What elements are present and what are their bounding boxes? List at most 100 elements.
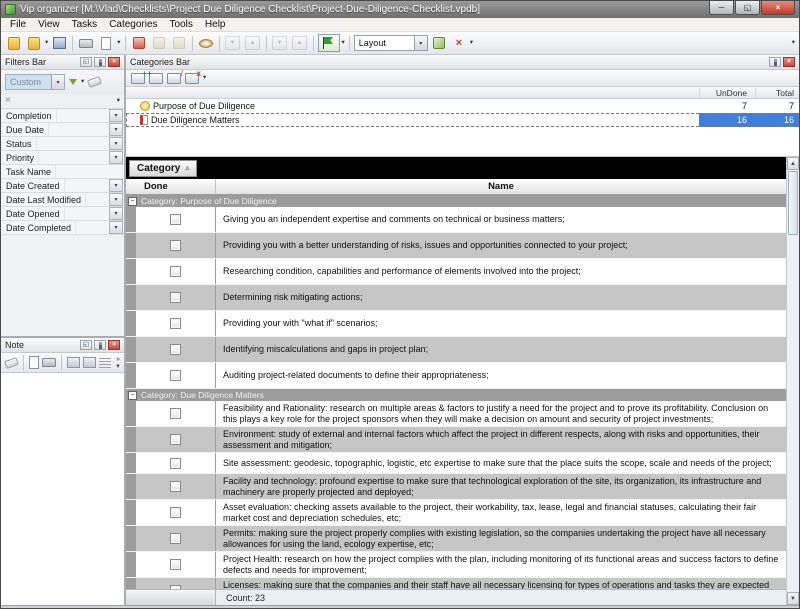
note-insert-object-icon[interactable] <box>83 357 96 368</box>
task-row[interactable]: Feasibility and Rationality: research on… <box>126 401 786 427</box>
move-down-icon[interactable]: ▼ <box>224 34 242 52</box>
categories-close-icon[interactable]: × <box>783 57 795 67</box>
date-modified-dropdown-icon[interactable]: ▾ <box>109 193 123 206</box>
group-header-matters[interactable]: − Category: Due Diligence Matters <box>126 389 786 401</box>
collapse-group-icon[interactable]: − <box>128 391 137 400</box>
category-row-matters[interactable]: Due Diligence Matters 16 16 <box>126 113 799 127</box>
filter-row-priority[interactable]: Priority ▾ <box>1 151 124 165</box>
note-clear-icon[interactable] <box>4 357 19 369</box>
customize-layout-icon[interactable] <box>430 34 448 52</box>
delete-layout-icon[interactable]: × <box>450 34 468 52</box>
task-checkbox[interactable] <box>170 240 181 251</box>
filters-close-icon[interactable]: × <box>108 57 120 67</box>
scroll-up-icon[interactable]: ▲ <box>787 157 799 170</box>
vertical-scrollbar[interactable]: ▲ ▼ <box>786 157 799 605</box>
task-row[interactable]: Auditing project-related documents to de… <box>126 363 786 389</box>
scrollbar-thumb[interactable] <box>788 171 798 235</box>
demote-icon[interactable]: ▼ <box>271 34 289 52</box>
note-editor[interactable] <box>1 373 124 605</box>
categories-overflow-icon[interactable]: ▾ <box>203 75 206 82</box>
cancel-filter-icon[interactable]: × <box>5 96 11 106</box>
task-checkbox[interactable] <box>170 292 181 303</box>
filter-dropdown-icon[interactable]: ▾ <box>81 79 84 86</box>
task-row[interactable]: Providing your with "what if" scenarios; <box>126 311 786 337</box>
apply-filter-icon[interactable] <box>69 79 77 85</box>
date-opened-dropdown-icon[interactable]: ▾ <box>109 207 123 220</box>
task-checkbox[interactable] <box>170 344 181 355</box>
note-pin-icon[interactable] <box>94 340 106 350</box>
task-checkbox[interactable] <box>170 434 181 445</box>
layout-overflow-icon[interactable]: ▾ <box>470 40 473 47</box>
task-checkbox[interactable] <box>170 266 181 277</box>
total-column-header[interactable]: Total <box>755 88 799 98</box>
task-checkbox[interactable] <box>170 533 181 544</box>
task-checkbox[interactable] <box>170 458 181 469</box>
filter-row-date-opened[interactable]: Date Opened ▾ <box>1 207 124 221</box>
layout-dropdown-icon[interactable]: ▾ <box>414 36 427 50</box>
filter-preset-combobox[interactable]: Custom ▾ <box>5 74 65 90</box>
note-insert-image-icon[interactable] <box>67 357 80 368</box>
add-task-icon[interactable] <box>130 34 148 52</box>
filters-overflow-icon[interactable]: ▾ <box>117 98 120 105</box>
filters-pin-icon[interactable] <box>94 57 106 67</box>
group-header-purpose[interactable]: − Category: Purpose of Due Diligence <box>126 195 786 207</box>
name-column-header[interactable]: Name <box>216 179 786 194</box>
minimize-button[interactable]: ─ <box>709 1 734 15</box>
new-item-icon[interactable] <box>25 34 43 52</box>
layout-combobox[interactable]: Layout ▾ <box>354 35 428 51</box>
scroll-down-icon[interactable]: ▼ <box>787 592 799 605</box>
task-checkbox[interactable] <box>170 481 181 492</box>
task-checkbox[interactable] <box>170 370 181 381</box>
flag-icon[interactable] <box>318 34 340 52</box>
date-created-dropdown-icon[interactable]: ▾ <box>109 179 123 192</box>
task-row[interactable]: Researching condition, capabilities and … <box>126 259 786 285</box>
promote-icon[interactable]: ▲ <box>291 34 309 52</box>
delete-category-icon[interactable] <box>185 73 199 84</box>
print-overflow-icon[interactable]: ▾ <box>117 40 120 47</box>
print-icon[interactable] <box>77 34 95 52</box>
filter-row-completion[interactable]: Completion ▾ <box>1 109 124 123</box>
edit-task-icon[interactable] <box>150 34 168 52</box>
completion-dropdown-icon[interactable]: ▾ <box>109 109 123 122</box>
filter-row-date-created[interactable]: Date Created ▾ <box>1 179 124 193</box>
clear-filter-icon[interactable] <box>87 76 102 88</box>
task-row[interactable]: Identifying miscalculations and gaps in … <box>126 337 786 363</box>
categories-pin-icon[interactable] <box>769 57 781 67</box>
task-checkbox[interactable] <box>170 507 181 518</box>
task-checkbox[interactable] <box>170 214 181 225</box>
filter-row-date-last-modified[interactable]: Date Last Modified ▾ <box>1 193 124 207</box>
new-category-icon[interactable] <box>131 73 145 84</box>
task-row[interactable]: Providing you with a better understandin… <box>126 233 786 259</box>
menu-file[interactable]: File <box>4 19 32 30</box>
task-row[interactable]: Asset evaluation: checking assets availa… <box>126 500 786 526</box>
edit-category-icon[interactable] <box>167 73 181 84</box>
view-icon[interactable] <box>197 34 215 52</box>
filters-restore-icon[interactable]: ◱ <box>80 57 92 67</box>
menu-view[interactable]: View <box>32 19 66 30</box>
category-row-purpose[interactable]: Purpose of Due Diligence 7 7 <box>126 99 799 113</box>
note-restore-icon[interactable]: ◱ <box>80 340 92 350</box>
filter-row-date-completed[interactable]: Date Completed ▾ <box>1 221 124 235</box>
task-row[interactable]: Determining risk mitigating actions; <box>126 285 786 311</box>
note-print-icon[interactable] <box>42 358 56 367</box>
note-close-icon[interactable]: × <box>108 340 120 350</box>
toolbar-overflow-icon[interactable]: ▾ <box>792 40 795 47</box>
task-row[interactable]: Site assessment: geodesic, topographic, … <box>126 453 786 474</box>
filter-row-due-date[interactable]: Due Date ▾ <box>1 123 124 137</box>
move-up-icon[interactable]: ▲ <box>244 34 262 52</box>
collapse-group-icon[interactable]: − <box>128 197 137 206</box>
task-row[interactable]: Giving you an independent expertise and … <box>126 207 786 233</box>
task-row[interactable]: Permits: making sure the project properl… <box>126 526 786 552</box>
task-row[interactable]: Environment: study of external and inter… <box>126 427 786 453</box>
date-completed-dropdown-icon[interactable]: ▾ <box>109 221 123 234</box>
status-dropdown-icon[interactable]: ▾ <box>109 137 123 150</box>
new-item-dropdown-icon[interactable]: ▾ <box>45 40 48 47</box>
save-icon[interactable] <box>50 34 68 52</box>
task-row[interactable]: Project Health: research on how the proj… <box>126 552 786 578</box>
due-date-dropdown-icon[interactable]: ▾ <box>109 123 123 136</box>
priority-dropdown-icon[interactable]: ▾ <box>109 151 123 164</box>
done-column-header[interactable]: Done <box>126 179 216 194</box>
task-row[interactable]: Licenses: making sure that the companies… <box>126 578 786 589</box>
flag-overflow-icon[interactable]: ▾ <box>342 40 345 47</box>
note-find-icon[interactable] <box>29 356 39 369</box>
